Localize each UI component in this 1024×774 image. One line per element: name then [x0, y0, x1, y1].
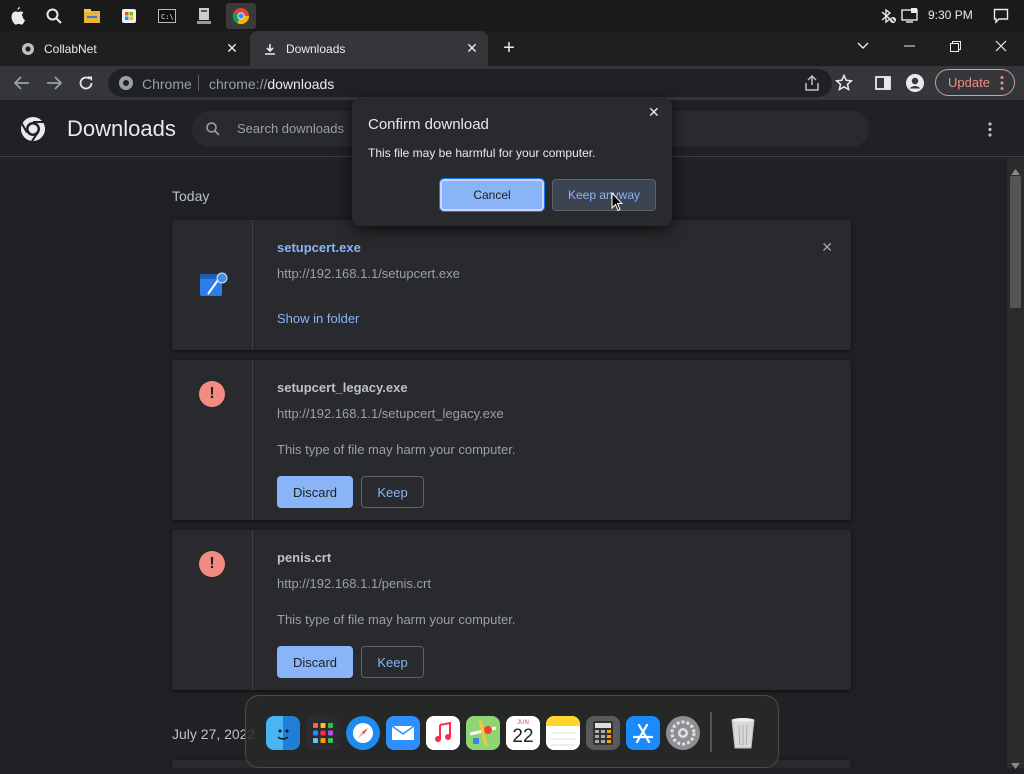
- calculator-icon[interactable]: [586, 716, 620, 750]
- apple-icon[interactable]: [6, 4, 30, 28]
- file-name: setupcert_legacy.exe: [277, 380, 408, 395]
- svg-text:C:\: C:\: [161, 13, 174, 21]
- warning-icon: !: [199, 381, 225, 407]
- file-url[interactable]: http://192.168.1.1/setupcert.exe: [277, 266, 460, 281]
- mail-icon[interactable]: [386, 716, 420, 750]
- taskbar: C:\ 9:30 PM: [0, 0, 1024, 31]
- discard-button[interactable]: Discard: [277, 476, 353, 508]
- file-url[interactable]: http://192.168.1.1/penis.crt: [277, 576, 431, 591]
- music-icon[interactable]: [426, 716, 460, 750]
- download-item: setupcert.exe http://192.168.1.1/setupce…: [172, 220, 851, 350]
- network-drive-icon[interactable]: [192, 4, 216, 28]
- restore-button[interactable]: [932, 31, 978, 61]
- maps-icon[interactable]: [466, 716, 500, 750]
- show-in-folder-link[interactable]: Show in folder: [277, 311, 359, 326]
- side-panel-icon[interactable]: [871, 71, 895, 95]
- download-item: ! penis.crt http://192.168.1.1/penis.crt…: [172, 530, 851, 690]
- close-tab-icon[interactable]: ✕: [464, 40, 480, 56]
- download-item: ! setupcert_legacy.exe http://192.168.1.…: [172, 360, 851, 520]
- cancel-button[interactable]: Cancel: [439, 178, 545, 212]
- store-icon[interactable]: [117, 4, 141, 28]
- trash-icon[interactable]: [726, 716, 760, 750]
- app-store-icon[interactable]: [626, 716, 660, 750]
- toolbar: Chrome chrome://downloads Update: [0, 66, 1024, 100]
- more-menu-icon[interactable]: [988, 122, 992, 143]
- share-icon[interactable]: [803, 74, 821, 97]
- warning-icon: !: [199, 551, 225, 577]
- file-name: penis.crt: [277, 550, 332, 565]
- keep-anyway-button[interactable]: Keep anyway: [552, 179, 656, 211]
- scroll-thumb[interactable]: [1010, 176, 1021, 308]
- keep-button[interactable]: Keep: [361, 646, 424, 678]
- terminal-icon[interactable]: C:\: [155, 4, 179, 28]
- dock-separator: [710, 712, 712, 752]
- mouse-cursor-icon: [611, 192, 623, 212]
- chrome-icon[interactable]: [226, 3, 256, 29]
- update-button[interactable]: Update: [935, 69, 1015, 96]
- system-settings-icon[interactable]: [666, 716, 700, 750]
- scroll-down-arrow-icon[interactable]: [1011, 756, 1020, 774]
- search-icon[interactable]: [42, 4, 66, 28]
- chrome-logo-icon: [20, 116, 46, 147]
- tab-label: Downloads: [286, 41, 346, 56]
- danger-warning-text: This type of file may harm your computer…: [277, 612, 516, 627]
- keep-button[interactable]: Keep: [361, 476, 424, 508]
- card-divider: [252, 220, 253, 350]
- executable-file-icon: [198, 270, 228, 305]
- notifications-icon[interactable]: [989, 4, 1013, 28]
- scrollbar[interactable]: [1007, 158, 1024, 769]
- finder-icon[interactable]: [266, 716, 300, 750]
- file-url[interactable]: http://192.168.1.1/setupcert_legacy.exe: [277, 406, 504, 421]
- tab-search-icon[interactable]: [840, 31, 886, 61]
- url-text[interactable]: chrome://downloads: [209, 76, 334, 92]
- address-bar[interactable]: Chrome chrome://downloads: [108, 69, 854, 97]
- close-window-button[interactable]: [978, 31, 1024, 61]
- file-explorer-icon[interactable]: [80, 4, 104, 28]
- tab-collabnet[interactable]: CollabNet ✕: [0, 31, 248, 66]
- new-tab-button[interactable]: +: [497, 36, 521, 60]
- dock: JUN 22: [245, 695, 779, 768]
- minimize-button[interactable]: [886, 31, 932, 61]
- card-divider: [252, 360, 253, 520]
- section-date-older: July 27, 2022: [172, 726, 256, 742]
- file-name-link[interactable]: setupcert.exe: [277, 240, 361, 255]
- card-divider: [252, 530, 253, 690]
- dialog-title: Confirm download: [368, 116, 489, 133]
- back-icon[interactable]: [10, 71, 34, 95]
- notes-icon[interactable]: [546, 716, 580, 750]
- launchpad-icon[interactable]: [306, 716, 340, 750]
- omnibox-separator: [198, 75, 199, 91]
- tab-downloads[interactable]: Downloads ✕: [250, 31, 488, 66]
- update-label: Update: [948, 75, 990, 90]
- remove-item-icon[interactable]: ✕: [821, 239, 833, 256]
- chrome-site-icon: [118, 75, 134, 96]
- discard-button[interactable]: Discard: [277, 646, 353, 678]
- display-icon[interactable]: [898, 4, 922, 28]
- dialog-message: This file may be harmful for your comput…: [368, 146, 596, 160]
- calendar-day: 22: [512, 726, 534, 747]
- tab-label: CollabNet: [44, 41, 97, 56]
- bookmark-star-icon[interactable]: [834, 73, 854, 97]
- forward-icon[interactable]: [42, 71, 66, 95]
- reload-icon[interactable]: [74, 71, 98, 95]
- downloads-list: Today setupcert.exe http://192.168.1.1/s…: [0, 158, 1007, 768]
- confirm-download-dialog: Confirm download This file may be harmfu…: [352, 98, 672, 226]
- search-icon: [206, 122, 220, 141]
- bluetooth-off-icon[interactable]: [876, 4, 900, 28]
- profile-icon[interactable]: [903, 71, 927, 95]
- site-label: Chrome: [142, 76, 192, 92]
- close-tab-icon[interactable]: ✕: [224, 40, 240, 56]
- download-icon: [262, 41, 278, 57]
- calendar-icon[interactable]: JUN 22: [506, 716, 540, 750]
- danger-warning-text: This type of file may harm your computer…: [277, 442, 516, 457]
- section-date-today: Today: [172, 188, 210, 204]
- more-vertical-icon: [1000, 75, 1004, 94]
- search-placeholder: Search downloads: [237, 121, 344, 136]
- page-title: Downloads: [67, 116, 176, 141]
- safari-icon[interactable]: [346, 716, 380, 750]
- dialog-close-icon[interactable]: ✕: [648, 104, 660, 121]
- clock[interactable]: 9:30 PM: [928, 8, 973, 22]
- chrome-favicon-icon: [20, 41, 36, 57]
